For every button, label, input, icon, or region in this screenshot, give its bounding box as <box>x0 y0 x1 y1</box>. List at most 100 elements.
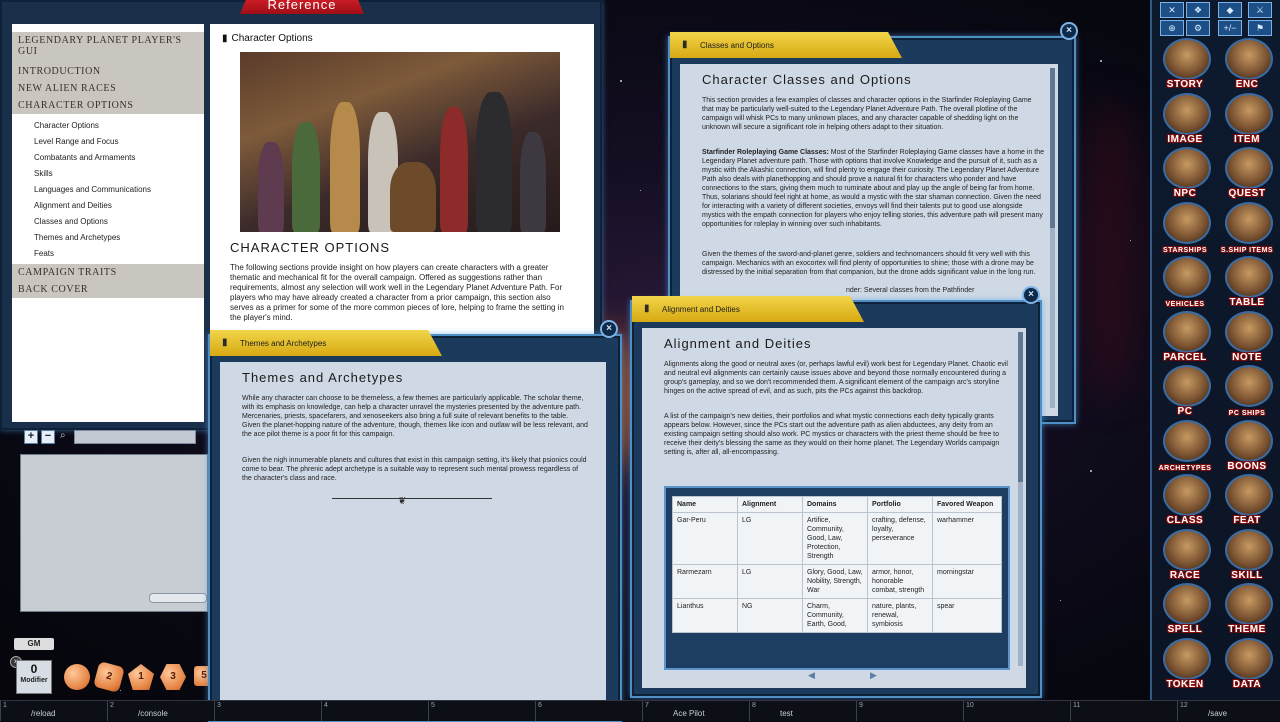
toc-section-character-options[interactable]: CHARACTER OPTIONS <box>12 97 204 114</box>
toc-item-alignment[interactable]: Alignment and Deities <box>12 198 204 214</box>
toc-section-campaign-traits[interactable]: CAMPAIGN TRAITS <box>12 264 204 281</box>
art-figure <box>390 162 436 232</box>
themes-window: Themes and Archetypes While any characte… <box>208 334 622 722</box>
hotkey-slot[interactable]: 10 <box>963 701 1071 721</box>
sidebar-item-race[interactable]: RACE <box>1158 528 1212 581</box>
sidebar-item-image[interactable]: IMAGE <box>1158 92 1212 145</box>
classes-scroll-thumb[interactable] <box>1050 68 1055 228</box>
classes-scrollbar[interactable] <box>1050 68 1055 408</box>
sidebar-item-pc[interactable]: PC <box>1158 365 1212 417</box>
classes-tab[interactable]: ▮ Classes and Options <box>670 32 902 58</box>
sidebar-item-skill[interactable]: SKILL <box>1220 528 1274 581</box>
sidebar-item-vehicles[interactable]: VEHICLES <box>1158 256 1212 308</box>
page-next-icon[interactable]: ▶ <box>870 670 877 681</box>
sidebar-item-class[interactable]: CLASS <box>1158 474 1212 526</box>
sidebar-item-story[interactable]: STORY <box>1158 38 1212 90</box>
sidebar-item-parcel[interactable]: PARCEL <box>1158 310 1212 363</box>
hotkey-label: /reload <box>31 709 56 718</box>
sidebar-toolbar-button[interactable]: ✕ <box>1160 2 1184 18</box>
sidebar-item-boons[interactable]: BOONS <box>1220 419 1274 472</box>
sidebar-toolbar-button[interactable]: ❖ <box>1186 2 1210 18</box>
d8-die-icon[interactable]: 3 <box>160 664 186 690</box>
sidebar-toolbar-button[interactable]: ◆ <box>1218 2 1242 18</box>
alignment-tab[interactable]: ▮ Alignment and Deities <box>632 296 864 322</box>
toc-item-themes[interactable]: Themes and Archetypes <box>12 230 204 246</box>
sidebar-item-label: TABLE <box>1229 297 1265 308</box>
sidebar-item-token[interactable]: TOKEN <box>1158 637 1212 690</box>
toc-item-combatants[interactable]: Combatants and Armaments <box>12 150 204 166</box>
hotkey-slot[interactable]: 1/reload <box>0 701 108 721</box>
toc-item-character-options[interactable]: Character Options <box>12 118 204 134</box>
sidebar-item-label: TOKEN <box>1166 678 1204 690</box>
sidebar-item-starships[interactable]: STARSHIPS <box>1158 201 1212 254</box>
page-prev-icon[interactable]: ◀ <box>808 670 815 681</box>
sidebar-item-note[interactable]: NOTE <box>1220 310 1274 363</box>
sidebar-item-spell[interactable]: SPELL <box>1158 583 1212 635</box>
sidebar-item-quest[interactable]: QUEST <box>1220 147 1274 199</box>
toc-section-guide[interactable]: LEGENDARY PLANET PLAYER'S GUI <box>12 32 204 60</box>
toc-item-feats[interactable]: Feats <box>12 246 204 262</box>
hotkey-slot[interactable]: 7 Ace Pilot <box>642 701 750 721</box>
section-divider <box>332 498 492 499</box>
nebula-glow <box>1080 100 1140 400</box>
sidebar-item-enc[interactable]: ENC <box>1220 38 1274 90</box>
sidebar-item-archetypes[interactable]: ARCHETYPES <box>1158 419 1212 472</box>
reference-banner[interactable]: Reference <box>240 0 364 14</box>
close-icon[interactable]: × <box>1060 22 1078 40</box>
remove-button[interactable]: − <box>41 430 55 444</box>
d12-die-icon[interactable]: 2 <box>93 661 125 693</box>
hotkey-slot[interactable]: 12/save <box>1177 701 1280 721</box>
hotkey-slot[interactable]: 5 <box>428 701 536 721</box>
sidebar-item-theme[interactable]: THEME <box>1220 583 1274 635</box>
toc-item-languages[interactable]: Languages and Communications <box>12 182 204 198</box>
chat-log[interactable] <box>20 454 208 612</box>
chat-entry-slider[interactable] <box>149 593 207 603</box>
hotkey-slot[interactable]: 11 <box>1070 701 1178 721</box>
alignment-scroll-thumb[interactable] <box>1018 332 1023 482</box>
search-input[interactable] <box>74 430 196 444</box>
hotkey-slot[interactable]: 2/console <box>107 701 215 721</box>
hotkey-slot[interactable]: 9 <box>856 701 964 721</box>
sidebar-item-label: NOTE <box>1232 351 1262 363</box>
classes-body-2-text: Most of the Starfinder Roleplaying Game … <box>702 149 1044 228</box>
hotkey-slot[interactable]: 8 test <box>749 701 857 721</box>
sidebar-item-label: IMAGE <box>1167 133 1203 145</box>
modifier-box[interactable]: 0 Modifier <box>16 660 52 694</box>
close-icon[interactable]: × <box>1022 286 1040 304</box>
hotkey-slot[interactable]: 3 <box>214 701 322 721</box>
add-button[interactable]: + <box>24 430 38 444</box>
sidebar-item-label: STORY <box>1166 79 1204 90</box>
sidebar-item-data[interactable]: DATA <box>1220 637 1274 690</box>
sidebar-toolbar-button[interactable]: ⊕ <box>1160 20 1184 36</box>
toc-section-back-cover[interactable]: BACK COVER <box>12 281 204 298</box>
sidebar-toolbar-button[interactable]: ⚙ <box>1186 20 1210 36</box>
sidebar: ✕ ❖ ◆ ⚔ ⊕ ⚙ +/− ⚑ STORY ENC IMAGE ITEM NPC QU… <box>1150 0 1280 700</box>
sidebar-toolbar-button[interactable]: ⚑ <box>1248 20 1272 36</box>
toc-item-skills[interactable]: Skills <box>12 166 204 182</box>
race-portrait-icon <box>1163 528 1211 571</box>
sidebar-toolbar-button[interactable]: ⚔ <box>1248 2 1272 18</box>
classes-body-3: Given the themes of the sword-and-planet… <box>702 251 1036 276</box>
hotkey-slot[interactable]: 6 <box>535 701 643 721</box>
sidebar-item-s-ship-items[interactable]: S.SHIP ITEMS <box>1220 201 1274 254</box>
sidebar-item-table[interactable]: TABLE <box>1220 256 1274 308</box>
toc-item-level-range[interactable]: Level Range and Focus <box>12 134 204 150</box>
toc-section-introduction[interactable]: INTRODUCTION <box>12 60 204 80</box>
table-cell: Artifice, Community, Good, Law, Protecti… <box>802 512 868 565</box>
close-icon[interactable]: × <box>600 320 618 338</box>
sidebar-item-item[interactable]: ITEM <box>1220 92 1274 145</box>
toc-item-classes[interactable]: Classes and Options <box>12 214 204 230</box>
table-cell: armor, honor, honorable combat, strength <box>867 564 933 599</box>
sidebar-item-pc-ships[interactable]: PC SHIPS <box>1220 365 1274 417</box>
alignment-scrollbar[interactable] <box>1018 332 1023 666</box>
themes-tab[interactable]: ▮ Themes and Archetypes <box>210 330 442 356</box>
d20-die-icon[interactable] <box>64 664 90 690</box>
toc-section-alien-races[interactable]: NEW ALIEN RACES <box>12 80 204 97</box>
sidebar-item-feat[interactable]: FEAT <box>1220 474 1274 526</box>
sidebar-toolbar-button[interactable]: +/− <box>1218 20 1242 36</box>
sidebar-item-npc[interactable]: NPC <box>1158 147 1212 199</box>
d10-die-icon[interactable]: 1 <box>128 664 154 690</box>
hotkey-bar: 1/reload 2/console 3 4 5 6 7 Ace Pilot 8 test 9 10 1… <box>0 700 1280 721</box>
hotkey-slot[interactable]: 4 <box>321 701 429 721</box>
hotkey-number: 3 <box>217 702 221 709</box>
